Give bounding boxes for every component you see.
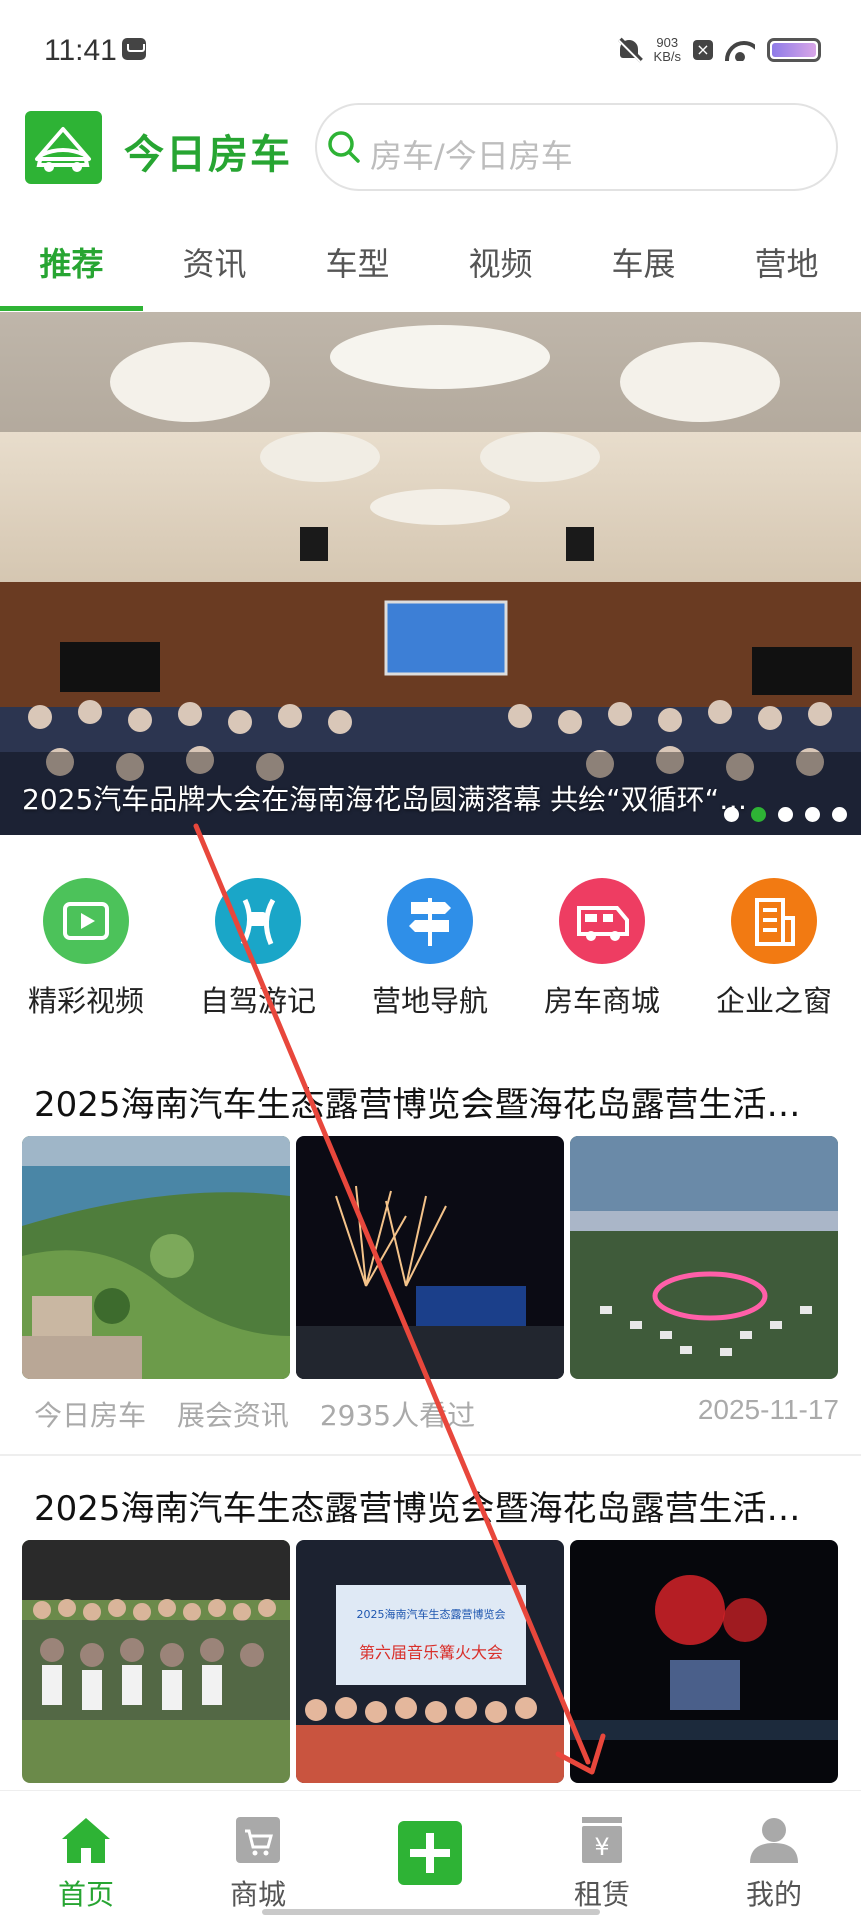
tab-recommend[interactable]: 推荐: [0, 236, 143, 310]
divider: [0, 1454, 861, 1456]
tab-camp[interactable]: 营地: [715, 236, 858, 310]
article-views: 2935人看过: [319, 1399, 476, 1432]
carousel-dot[interactable]: [832, 807, 847, 822]
quick-nav-travelogue[interactable]: 自驾游记: [172, 878, 344, 1018]
tab-models[interactable]: 车型: [286, 236, 429, 310]
tab-news[interactable]: 资讯: [143, 236, 286, 310]
app-logo[interactable]: [25, 111, 102, 184]
tab-video[interactable]: 视频: [429, 236, 572, 310]
article-thumbnail[interactable]: 2025海南汽车生态露营博览会 第六届音乐篝火大会: [296, 1540, 564, 1783]
nav-publish[interactable]: [344, 1791, 516, 1920]
article-thumbnail[interactable]: [570, 1136, 838, 1379]
quick-nav-label: 自驾游记: [199, 984, 316, 1018]
article-source: 今日房车: [34, 1399, 147, 1432]
net-speed-unit: KB/s: [653, 49, 681, 64]
quick-nav-label: 房车商城: [543, 984, 660, 1018]
svg-text:¥: ¥: [594, 1833, 609, 1861]
cart-icon: [236, 1817, 280, 1863]
tab-expo[interactable]: 车展: [572, 236, 715, 310]
thumb-event-text: 第六届音乐篝火大会: [359, 1643, 503, 1662]
quick-nav-rv-mall[interactable]: 房车商城: [516, 878, 688, 1018]
nav-mall[interactable]: 商城: [172, 1791, 344, 1920]
banner-image: [0, 312, 861, 835]
wifi-icon: [725, 39, 755, 61]
mute-icon: [616, 37, 642, 63]
quick-nav-camp-navigation[interactable]: 营地导航: [344, 878, 516, 1018]
carousel-dot[interactable]: [805, 807, 820, 822]
battery-icon: [767, 38, 821, 62]
nav-profile[interactable]: 我的: [688, 1791, 860, 1920]
home-indicator: [262, 1909, 600, 1915]
article-thumbnail[interactable]: [22, 1540, 290, 1783]
carousel-dot[interactable]: [778, 807, 793, 822]
nav-label: 首页: [57, 1878, 114, 1911]
video-icon: [43, 878, 129, 964]
status-indicators: 903 KB/s ×: [616, 30, 821, 70]
quick-nav-label: 精彩视频: [27, 984, 144, 1018]
net-speed: 903 KB/s: [654, 36, 681, 64]
publish-plus-icon: [398, 1821, 462, 1885]
thumb-banner-text: 2025海南汽车生态露营博览会: [357, 1607, 506, 1621]
quick-nav-videos[interactable]: 精彩视频: [0, 878, 172, 1018]
quick-nav-label: 企业之窗: [715, 984, 832, 1018]
search-icon: [328, 131, 360, 163]
status-bar: 11:41 903 KB/s ×: [0, 0, 861, 100]
article-thumbnail[interactable]: [570, 1540, 838, 1783]
nav-label: 我的: [745, 1878, 802, 1911]
bottom-navigation: 首页 商城 ¥ 租赁 我的: [0, 1790, 861, 1920]
article-date: 2025-11-17: [697, 1394, 839, 1425]
active-tab-indicator: [0, 306, 143, 311]
rent-icon: ¥: [582, 1817, 622, 1863]
article-title[interactable]: 2025海南汽车生态露营博览会暨海花岛露营生活…: [34, 1077, 834, 1126]
signpost-icon: [387, 878, 473, 964]
nav-label: 租赁: [573, 1878, 630, 1911]
profile-icon: [750, 1818, 798, 1863]
building-icon: [731, 878, 817, 964]
rv-icon: [559, 878, 645, 964]
message-icon: [122, 38, 146, 60]
banner-caption[interactable]: 2025汽车品牌大会在海南海花岛圆满落幕 共绘“双循环“…: [22, 778, 822, 818]
category-tabs: 推荐 资讯 车型 视频 车展 营地: [0, 236, 861, 310]
nav-rental[interactable]: ¥ 租赁: [516, 1791, 688, 1920]
carousel-dot-active[interactable]: [751, 807, 766, 822]
article-title[interactable]: 2025海南汽车生态露营博览会暨海花岛露营生活…: [34, 1481, 834, 1530]
carousel-indicator: [724, 807, 847, 822]
status-time: 11:41: [44, 34, 117, 67]
app-title: 今日房车: [124, 132, 292, 178]
home-icon: [62, 1818, 110, 1863]
nav-home[interactable]: 首页: [0, 1791, 172, 1920]
article-meta: 今日房车 展会资讯 2935人看过: [34, 1394, 497, 1434]
article-thumbnail[interactable]: [296, 1136, 564, 1379]
road-trip-icon: [215, 878, 301, 964]
close-icon: ×: [693, 40, 713, 60]
rv-logo-icon: [35, 127, 91, 172]
quick-nav-enterprise[interactable]: 企业之窗: [688, 878, 860, 1018]
banner-carousel[interactable]: [0, 312, 861, 835]
article-thumbnail[interactable]: [22, 1136, 290, 1379]
net-speed-value: 903: [656, 35, 679, 50]
search-placeholder[interactable]: 房车/今日房车: [370, 131, 573, 177]
article-category: 展会资讯: [176, 1399, 289, 1432]
nav-label: 商城: [229, 1878, 286, 1911]
quick-nav-label: 营地导航: [371, 984, 488, 1018]
carousel-dot[interactable]: [724, 807, 739, 822]
